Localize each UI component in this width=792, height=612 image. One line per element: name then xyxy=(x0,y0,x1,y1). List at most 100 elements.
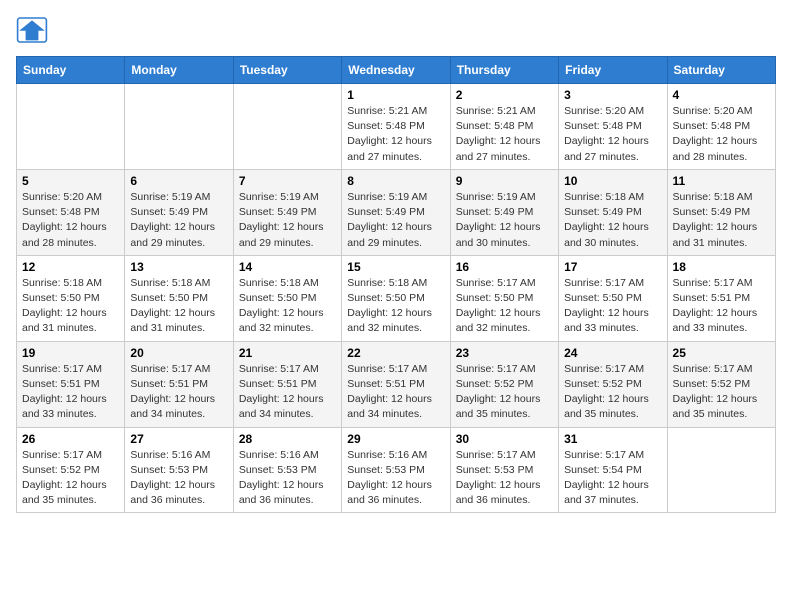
calendar-cell: 12 Sunrise: 5:18 AM Sunset: 5:50 PM Dayli… xyxy=(17,255,125,341)
day-of-week-header: Sunday xyxy=(17,57,125,84)
day-number: 27 xyxy=(130,432,227,446)
day-of-week-header: Thursday xyxy=(450,57,558,84)
day-info: Sunrise: 5:18 AM Sunset: 5:50 PM Dayligh… xyxy=(239,276,336,337)
day-number: 16 xyxy=(456,260,553,274)
calendar-cell: 10 Sunrise: 5:18 AM Sunset: 5:49 PM Dayli… xyxy=(559,169,667,255)
day-info: Sunrise: 5:17 AM Sunset: 5:50 PM Dayligh… xyxy=(456,276,553,337)
day-info: Sunrise: 5:21 AM Sunset: 5:48 PM Dayligh… xyxy=(456,104,553,165)
day-of-week-header: Tuesday xyxy=(233,57,341,84)
calendar-cell: 21 Sunrise: 5:17 AM Sunset: 5:51 PM Dayli… xyxy=(233,341,341,427)
calendar-cell: 8Sunrise: 5:19 AM Sunset: 5:49 PM Daylig… xyxy=(342,169,450,255)
day-number: 5 xyxy=(22,174,119,188)
day-info: Sunrise: 5:17 AM Sunset: 5:51 PM Dayligh… xyxy=(673,276,770,337)
page-header xyxy=(16,16,776,44)
calendar-cell: 6 Sunrise: 5:19 AM Sunset: 5:49 PM Daylig… xyxy=(125,169,233,255)
calendar-cell: 11 Sunrise: 5:18 AM Sunset: 5:49 PM Dayli… xyxy=(667,169,775,255)
day-of-week-header: Saturday xyxy=(667,57,775,84)
day-info: Sunrise: 5:17 AM Sunset: 5:51 PM Dayligh… xyxy=(22,362,119,423)
calendar-cell: 24 Sunrise: 5:17 AM Sunset: 5:52 PM Dayli… xyxy=(559,341,667,427)
calendar-cell xyxy=(233,84,341,170)
calendar-cell: 1 Sunrise: 5:21 AM Sunset: 5:48 PM Daylig… xyxy=(342,84,450,170)
day-info: Sunrise: 5:16 AM Sunset: 5:53 PM Dayligh… xyxy=(239,448,336,509)
calendar-cell: 16 Sunrise: 5:17 AM Sunset: 5:50 PM Dayli… xyxy=(450,255,558,341)
calendar-cell: 15 Sunrise: 5:18 AM Sunset: 5:50 PM Dayli… xyxy=(342,255,450,341)
day-info: Sunrise: 5:20 AM Sunset: 5:48 PM Dayligh… xyxy=(673,104,770,165)
calendar-cell: 28 Sunrise: 5:16 AM Sunset: 5:53 PM Dayli… xyxy=(233,427,341,513)
day-number: 20 xyxy=(130,346,227,360)
day-info: Sunrise: 5:18 AM Sunset: 5:49 PM Dayligh… xyxy=(564,190,661,251)
day-number: 17 xyxy=(564,260,661,274)
day-number: 22 xyxy=(347,346,444,360)
calendar-week-row: 19 Sunrise: 5:17 AM Sunset: 5:51 PM Dayli… xyxy=(17,341,776,427)
day-number: 12 xyxy=(22,260,119,274)
calendar-week-row: 5 Sunrise: 5:20 AM Sunset: 5:48 PM Daylig… xyxy=(17,169,776,255)
day-info: Sunrise: 5:18 AM Sunset: 5:50 PM Dayligh… xyxy=(347,276,444,337)
day-number: 1 xyxy=(347,88,444,102)
day-info: Sunrise: 5:17 AM Sunset: 5:52 PM Dayligh… xyxy=(564,362,661,423)
calendar-cell: 18 Sunrise: 5:17 AM Sunset: 5:51 PM Dayli… xyxy=(667,255,775,341)
day-number: 2 xyxy=(456,88,553,102)
calendar-cell: 9 Sunrise: 5:19 AM Sunset: 5:49 PM Daylig… xyxy=(450,169,558,255)
calendar-cell: 26 Sunrise: 5:17 AM Sunset: 5:52 PM Dayli… xyxy=(17,427,125,513)
calendar-cell: 4 Sunrise: 5:20 AM Sunset: 5:48 PM Daylig… xyxy=(667,84,775,170)
day-number: 15 xyxy=(347,260,444,274)
day-number: 29 xyxy=(347,432,444,446)
day-number: 8 xyxy=(347,174,444,188)
calendar-cell: 5 Sunrise: 5:20 AM Sunset: 5:48 PM Daylig… xyxy=(17,169,125,255)
day-number: 7 xyxy=(239,174,336,188)
calendar-cell: 17 Sunrise: 5:17 AM Sunset: 5:50 PM Dayli… xyxy=(559,255,667,341)
day-info: Sunrise: 5:17 AM Sunset: 5:51 PM Dayligh… xyxy=(347,362,444,423)
day-info: Sunrise: 5:17 AM Sunset: 5:51 PM Dayligh… xyxy=(130,362,227,423)
day-info: Sunrise: 5:17 AM Sunset: 5:52 PM Dayligh… xyxy=(673,362,770,423)
calendar-cell: 3Sunrise: 5:20 AM Sunset: 5:48 PM Daylig… xyxy=(559,84,667,170)
calendar-cell: 30 Sunrise: 5:17 AM Sunset: 5:53 PM Dayli… xyxy=(450,427,558,513)
calendar-week-row: 26 Sunrise: 5:17 AM Sunset: 5:52 PM Dayli… xyxy=(17,427,776,513)
day-info: Sunrise: 5:18 AM Sunset: 5:49 PM Dayligh… xyxy=(673,190,770,251)
calendar-cell: 23 Sunrise: 5:17 AM Sunset: 5:52 PM Dayli… xyxy=(450,341,558,427)
calendar-cell: 7 Sunrise: 5:19 AM Sunset: 5:49 PM Daylig… xyxy=(233,169,341,255)
day-info: Sunrise: 5:17 AM Sunset: 5:52 PM Dayligh… xyxy=(456,362,553,423)
day-info: Sunrise: 5:20 AM Sunset: 5:48 PM Dayligh… xyxy=(564,104,661,165)
day-info: Sunrise: 5:18 AM Sunset: 5:50 PM Dayligh… xyxy=(22,276,119,337)
day-of-week-header: Friday xyxy=(559,57,667,84)
day-number: 13 xyxy=(130,260,227,274)
calendar-cell: 13 Sunrise: 5:18 AM Sunset: 5:50 PM Dayli… xyxy=(125,255,233,341)
calendar-table: SundayMondayTuesdayWednesdayThursdayFrid… xyxy=(16,56,776,513)
logo-icon xyxy=(16,16,48,44)
day-of-week-header: Wednesday xyxy=(342,57,450,84)
day-of-week-header: Monday xyxy=(125,57,233,84)
day-info: Sunrise: 5:17 AM Sunset: 5:53 PM Dayligh… xyxy=(456,448,553,509)
calendar-cell xyxy=(125,84,233,170)
calendar-cell: 2 Sunrise: 5:21 AM Sunset: 5:48 PM Daylig… xyxy=(450,84,558,170)
calendar-cell: 27Sunrise: 5:16 AM Sunset: 5:53 PM Dayli… xyxy=(125,427,233,513)
day-number: 30 xyxy=(456,432,553,446)
calendar-cell xyxy=(667,427,775,513)
day-info: Sunrise: 5:17 AM Sunset: 5:50 PM Dayligh… xyxy=(564,276,661,337)
day-info: Sunrise: 5:19 AM Sunset: 5:49 PM Dayligh… xyxy=(239,190,336,251)
day-info: Sunrise: 5:17 AM Sunset: 5:51 PM Dayligh… xyxy=(239,362,336,423)
day-number: 19 xyxy=(22,346,119,360)
day-info: Sunrise: 5:20 AM Sunset: 5:48 PM Dayligh… xyxy=(22,190,119,251)
day-info: Sunrise: 5:19 AM Sunset: 5:49 PM Dayligh… xyxy=(130,190,227,251)
day-number: 26 xyxy=(22,432,119,446)
day-number: 24 xyxy=(564,346,661,360)
day-number: 21 xyxy=(239,346,336,360)
day-number: 6 xyxy=(130,174,227,188)
day-info: Sunrise: 5:18 AM Sunset: 5:50 PM Dayligh… xyxy=(130,276,227,337)
day-info: Sunrise: 5:17 AM Sunset: 5:52 PM Dayligh… xyxy=(22,448,119,509)
calendar-cell xyxy=(17,84,125,170)
day-info: Sunrise: 5:17 AM Sunset: 5:54 PM Dayligh… xyxy=(564,448,661,509)
day-info: Sunrise: 5:19 AM Sunset: 5:49 PM Dayligh… xyxy=(456,190,553,251)
day-number: 23 xyxy=(456,346,553,360)
day-info: Sunrise: 5:21 AM Sunset: 5:48 PM Dayligh… xyxy=(347,104,444,165)
day-number: 11 xyxy=(673,174,770,188)
day-number: 10 xyxy=(564,174,661,188)
day-number: 14 xyxy=(239,260,336,274)
day-number: 28 xyxy=(239,432,336,446)
day-info: Sunrise: 5:16 AM Sunset: 5:53 PM Dayligh… xyxy=(347,448,444,509)
day-number: 9 xyxy=(456,174,553,188)
day-number: 18 xyxy=(673,260,770,274)
logo xyxy=(16,16,52,44)
calendar-cell: 20 Sunrise: 5:17 AM Sunset: 5:51 PM Dayli… xyxy=(125,341,233,427)
day-number: 4 xyxy=(673,88,770,102)
